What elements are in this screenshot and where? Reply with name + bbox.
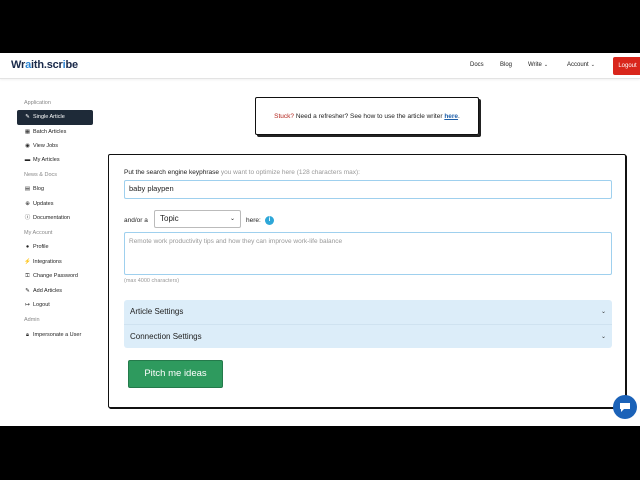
- eye-icon: ◉: [25, 143, 30, 149]
- sidebar-item-label: Integrations: [33, 259, 62, 265]
- nav-write[interactable]: Write ⌄: [528, 62, 548, 68]
- notice-text: Need a refresher? See how to use the art…: [294, 113, 445, 120]
- connection-settings-accordion[interactable]: Connection Settings ⌄: [124, 324, 612, 348]
- sidebar-item-label: Updates: [33, 201, 54, 207]
- nav-account-label: Account: [567, 62, 589, 68]
- topic-textarea[interactable]: Remote work productivity tips and how th…: [124, 232, 612, 275]
- topic-select-value: Topic: [160, 214, 179, 223]
- sidebar-item-blog[interactable]: ▤ Blog: [24, 183, 94, 195]
- here-label: here:: [246, 217, 261, 224]
- sidebar-heading-admin: Admin: [24, 317, 40, 323]
- sidebar-item-label: Documentation: [33, 215, 70, 221]
- sidebar-item-add-articles[interactable]: ✎ Add Articles: [24, 285, 94, 297]
- layers-icon: ▦: [24, 129, 31, 135]
- nav-docs[interactable]: Docs: [470, 62, 484, 68]
- sidebar-item-integrations[interactable]: ⚡ Integrations: [24, 256, 94, 268]
- sidebar-item-label: Change Password: [33, 273, 78, 279]
- blog-icon: ▤: [24, 186, 31, 192]
- chevron-down-icon: ⌄: [590, 62, 595, 68]
- sidebar-item-my-articles[interactable]: ▬ My Articles: [24, 154, 94, 166]
- sidebar-heading-news: News & Docs: [24, 172, 58, 178]
- article-settings-accordion[interactable]: Article Settings ⌄: [124, 300, 612, 324]
- max-chars-hint: (max 4000 characters): [124, 278, 180, 284]
- lock-icon: 🔒︎: [26, 332, 29, 338]
- chevron-down-icon: ⌄: [543, 62, 549, 68]
- article-form-card: Put the search engine keyphrase you want…: [108, 154, 626, 408]
- logo-text: Wr: [11, 59, 26, 71]
- pencil-icon: ✎: [25, 288, 30, 294]
- andor-label: and/or a: [124, 217, 148, 224]
- sidebar-item-label: Logout: [33, 302, 50, 308]
- help-notice: Stuck? Need a refresher? See how to use …: [255, 97, 479, 135]
- nav-blog[interactable]: Blog: [500, 62, 512, 68]
- notice-period: .: [458, 113, 460, 120]
- keyphrase-input[interactable]: baby playpen: [124, 180, 612, 199]
- key-icon: ⚿: [25, 273, 30, 279]
- keyphrase-label: Put the search engine keyphrase you want…: [124, 169, 360, 176]
- chevron-down-icon: ⌄: [600, 334, 606, 340]
- accordion-label: Connection Settings: [130, 332, 202, 341]
- logout-icon: ↦: [25, 302, 30, 308]
- sidebar-item-single-article[interactable]: ✎ Single Article: [17, 110, 93, 125]
- logo[interactable]: Wraith.scribe: [11, 59, 78, 71]
- sidebar-item-impersonate[interactable]: 🔒︎ Impersonate a User: [24, 329, 94, 341]
- notice-here-link[interactable]: here: [444, 113, 458, 120]
- pitch-ideas-button[interactable]: Pitch me ideas: [128, 360, 223, 388]
- chat-icon: [620, 403, 630, 412]
- sidebar-item-label: Batch Articles: [33, 129, 67, 135]
- logout-button[interactable]: Logout: [613, 57, 640, 75]
- info-icon[interactable]: i: [265, 216, 274, 225]
- plug-icon: ⚡: [24, 259, 31, 265]
- sidebar-item-label: View Jobs: [33, 143, 58, 149]
- sidebar-item-logout[interactable]: ↦ Logout: [24, 299, 94, 311]
- folder-icon: ▬: [24, 157, 31, 163]
- keyphrase-label-text: Put the search engine keyphrase: [124, 169, 220, 176]
- sidebar-item-updates[interactable]: ⊕ Updates: [24, 198, 94, 210]
- sidebar-item-label: Blog: [33, 186, 45, 192]
- sidebar-item-documentation[interactable]: ⓘ Documentation: [24, 212, 94, 224]
- chevron-down-icon: ⌄: [600, 309, 606, 315]
- sidebar-item-label: Impersonate a User: [33, 332, 82, 338]
- sidebar-item-profile[interactable]: ● Profile: [24, 241, 94, 253]
- sidebar-heading-account: My Account: [24, 230, 53, 236]
- nav-account[interactable]: Account ⌄: [567, 62, 595, 68]
- chevron-down-icon: ⌄: [229, 216, 235, 222]
- sidebar-item-label: Profile: [33, 244, 49, 250]
- user-icon: ●: [25, 244, 30, 250]
- app-window: Wraith.scribe Docs Blog Write ⌄ Account ⌄ …: [0, 53, 640, 426]
- sidebar-heading-application: Application: [24, 100, 51, 106]
- logo-text: be: [65, 59, 78, 71]
- sidebar-item-batch-articles[interactable]: ▦ Batch Articles: [24, 126, 94, 138]
- keyphrase-hint: you want to optimize here (128 character…: [219, 169, 360, 176]
- top-navbar: Wraith.scribe Docs Blog Write ⌄ Account ⌄ …: [0, 53, 640, 79]
- accordion-label: Article Settings: [130, 307, 184, 316]
- logo-text: ith.scr: [31, 59, 63, 71]
- sidebar-item-view-jobs[interactable]: ◉ View Jobs: [24, 140, 94, 152]
- plus-circle-icon: ⊕: [25, 201, 30, 207]
- nav-write-label: Write: [528, 62, 542, 68]
- sidebar-item-label: Single Article: [33, 114, 65, 120]
- sidebar-item-change-password[interactable]: ⚿ Change Password: [24, 270, 94, 282]
- sidebar-item-label: My Articles: [33, 157, 60, 163]
- notice-stuck: Stuck?: [274, 113, 295, 120]
- pencil-icon: ✎: [25, 114, 30, 120]
- info-circle-icon: ⓘ: [24, 215, 31, 221]
- sidebar-item-label: Add Articles: [33, 288, 63, 294]
- chat-widget-button[interactable]: [613, 395, 637, 419]
- topic-select[interactable]: Topic ⌄: [154, 210, 241, 228]
